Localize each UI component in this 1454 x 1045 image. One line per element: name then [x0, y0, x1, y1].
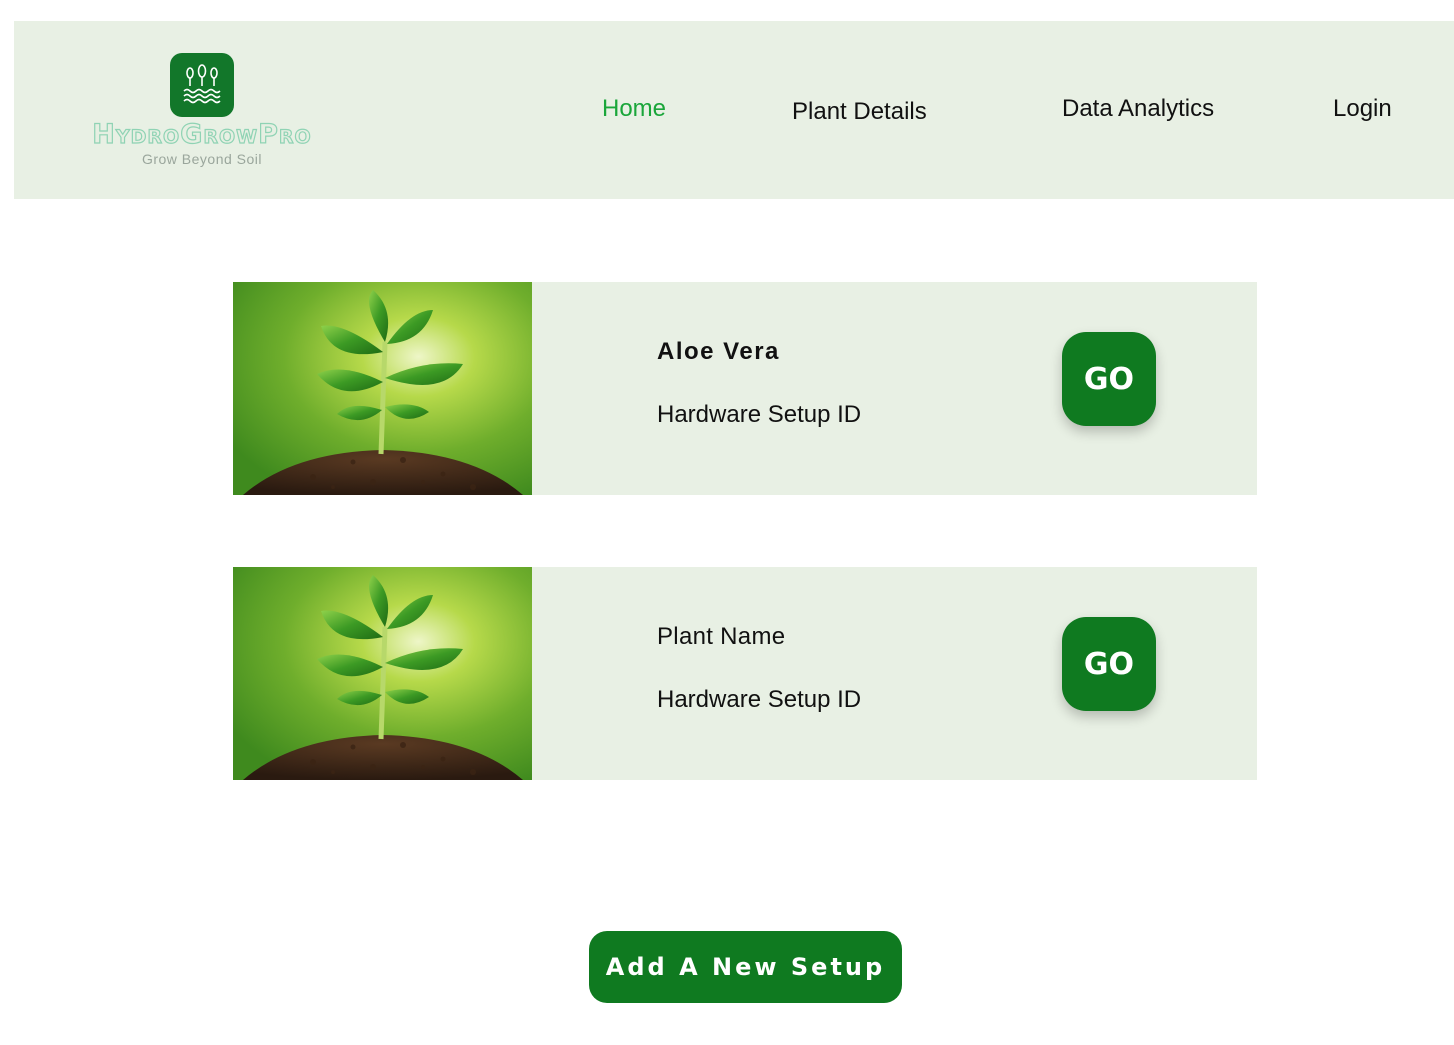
go-button[interactable]: GO — [1062, 617, 1156, 711]
plant-image — [233, 567, 532, 780]
go-button[interactable]: GO — [1062, 332, 1156, 426]
brand-tagline: Grow Beyond Soil — [141, 151, 263, 167]
hardware-setup-id: Hardware Setup ID — [657, 686, 862, 713]
hardware-setup-id: Hardware Setup ID — [657, 401, 862, 428]
top-nav-bar: HydroGrowPro Grow Beyond Soil Home Plant… — [14, 21, 1454, 199]
plant-name: Plant Name — [657, 623, 786, 650]
brand-name: HydroGrowPro — [92, 118, 312, 150]
plants-water-icon — [170, 53, 234, 117]
plant-name: Aloe Vera — [657, 338, 780, 365]
brand-logo[interactable]: HydroGrowPro Grow Beyond Soil — [52, 53, 352, 173]
add-new-setup-button[interactable]: Add A New Setup — [589, 931, 902, 1003]
setup-card: Aloe Vera Hardware Setup ID GO — [233, 282, 1257, 495]
nav-data-analytics[interactable]: Data Analytics — [1062, 95, 1214, 123]
nav-home[interactable]: Home — [602, 95, 666, 123]
nav-plant-details[interactable]: Plant Details — [792, 98, 927, 126]
plant-image — [233, 282, 532, 495]
nav-login[interactable]: Login — [1333, 95, 1392, 123]
setup-card: Plant Name Hardware Setup ID GO — [233, 567, 1257, 780]
